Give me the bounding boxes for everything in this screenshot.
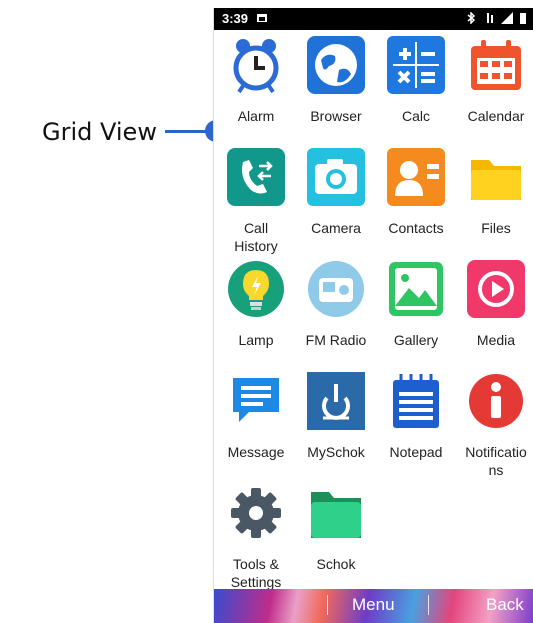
app-label: Media bbox=[476, 332, 516, 348]
status-bar: 3:39 bbox=[214, 8, 533, 30]
app-notifications[interactable]: Notificatio ns bbox=[456, 372, 533, 479]
app-contacts[interactable]: Contacts bbox=[376, 148, 456, 237]
gear-icon bbox=[231, 488, 281, 538]
message-bubble-icon bbox=[233, 378, 279, 422]
app-notepad[interactable]: Notepad bbox=[376, 372, 456, 461]
app-label: Schok bbox=[316, 556, 356, 572]
nav-separator bbox=[428, 595, 429, 615]
app-tools-settings[interactable]: Tools & Settings bbox=[216, 484, 296, 591]
call-history-icon bbox=[227, 148, 285, 206]
signal-strength-icon bbox=[501, 12, 513, 24]
app-label: Notificatio ns bbox=[465, 444, 527, 478]
app-label: Gallery bbox=[393, 332, 439, 348]
app-label: Files bbox=[481, 220, 511, 236]
bluetooth-icon bbox=[467, 12, 476, 24]
app-label: Browser bbox=[310, 108, 362, 124]
app-myschok[interactable]: MySchok bbox=[296, 372, 376, 461]
folder-icon bbox=[471, 160, 521, 200]
back-button[interactable]: Back bbox=[486, 595, 524, 615]
image-gallery-icon bbox=[389, 262, 443, 316]
app-label: MySchok bbox=[307, 444, 365, 460]
radio-icon bbox=[308, 261, 364, 317]
calculator-icon bbox=[387, 36, 445, 94]
app-schok[interactable]: Schok bbox=[296, 484, 376, 573]
camera-icon bbox=[307, 148, 365, 206]
app-calendar[interactable]: Calendar bbox=[456, 36, 533, 125]
app-label: Lamp bbox=[238, 332, 274, 348]
lte-4g-icon bbox=[487, 13, 493, 23]
app-media[interactable]: Media bbox=[456, 260, 533, 349]
globe-icon bbox=[307, 36, 365, 94]
nav-separator bbox=[327, 595, 328, 615]
app-label: Alarm bbox=[237, 108, 275, 124]
app-calc[interactable]: Calc bbox=[376, 36, 456, 125]
myschok-power-icon bbox=[307, 372, 365, 430]
flashlight-bulb-icon bbox=[228, 261, 284, 317]
app-message[interactable]: Message bbox=[216, 372, 296, 461]
app-call-history[interactable]: Call History bbox=[216, 148, 296, 255]
app-label: Contacts bbox=[388, 220, 444, 236]
status-time: 3:39 bbox=[222, 11, 249, 26]
play-media-icon bbox=[467, 260, 525, 318]
app-label: Camera bbox=[311, 220, 361, 236]
app-alarm[interactable]: Alarm bbox=[216, 36, 296, 125]
app-camera[interactable]: Camera bbox=[296, 148, 376, 237]
notepad-icon bbox=[393, 374, 439, 428]
app-label: Call History bbox=[234, 220, 278, 254]
calendar-icon bbox=[471, 40, 521, 90]
app-fm-radio[interactable]: FM Radio bbox=[296, 260, 376, 349]
app-label: Calc bbox=[401, 108, 430, 124]
notification-image-icon bbox=[257, 14, 267, 22]
app-lamp[interactable]: Lamp bbox=[216, 260, 296, 349]
app-gallery[interactable]: Gallery bbox=[376, 260, 456, 349]
app-label: FM Radio bbox=[305, 332, 367, 348]
battery-icon bbox=[520, 13, 526, 24]
app-label: Calendar bbox=[467, 108, 525, 124]
menu-button[interactable]: Menu bbox=[352, 595, 395, 615]
app-label: Message bbox=[227, 444, 285, 460]
contacts-icon bbox=[387, 148, 445, 206]
phone-screen: 3:39 Alarm Browser Calc Calendar Call Hi… bbox=[213, 8, 533, 623]
app-label: Notepad bbox=[389, 444, 443, 460]
app-files[interactable]: Files bbox=[456, 148, 533, 237]
app-browser[interactable]: Browser bbox=[296, 36, 376, 125]
grid-view-callout-label: Grid View bbox=[42, 118, 157, 146]
info-icon bbox=[469, 374, 523, 428]
bottom-nav-bar: Menu Back bbox=[214, 589, 533, 623]
app-label: Tools & Settings bbox=[230, 556, 282, 590]
schok-folder-icon bbox=[311, 492, 361, 538]
alarm-clock-icon bbox=[233, 39, 279, 94]
